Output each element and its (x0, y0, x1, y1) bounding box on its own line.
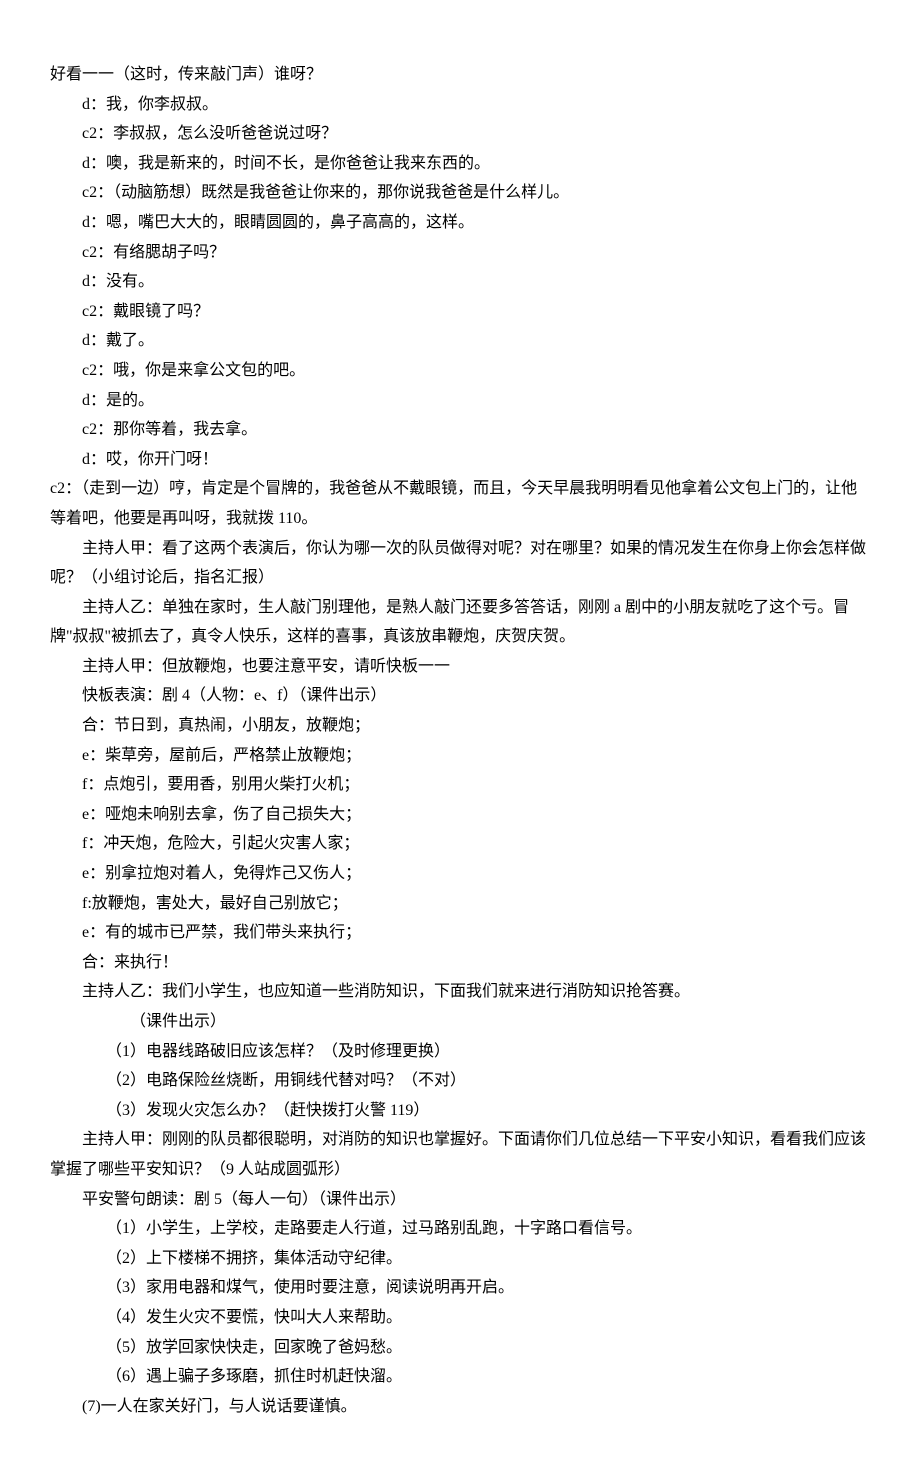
text-line: c2：哦，你是来拿公文包的吧。 (50, 356, 870, 386)
text-line: （5）放学回家快快走，回家晚了爸妈愁。 (50, 1333, 870, 1363)
text-line: 快板表演：剧 4（人物：e、f）（课件出示） (50, 681, 870, 711)
text-line: （1）小学生，上学校，走路要走人行道，过马路别乱跑，十字路口看信号。 (50, 1214, 870, 1244)
text-line: （2）电路保险丝烧断，用铜线代替对吗？（不对） (50, 1066, 870, 1096)
text-line: （课件出示） (50, 1007, 870, 1037)
text-line: f：点炮引，要用香，别用火柴打火机； (50, 770, 870, 800)
text-line: c2：（走到一边）哼，肯定是个冒牌的，我爸爸从不戴眼镜，而且，今天早晨我明明看见… (50, 474, 870, 533)
text-line: （1）电器线路破旧应该怎样？（及时修理更换） (50, 1037, 870, 1067)
text-line: e：柴草旁，屋前后，严格禁止放鞭炮； (50, 741, 870, 771)
text-line: d：噢，我是新来的，时间不长，是你爸爸让我来东西的。 (50, 149, 870, 179)
text-line: (7)一人在家关好门，与人说话要谨慎。 (50, 1392, 870, 1422)
text-line: （3）发现火灾怎么办？（赶快拨打火警 119） (50, 1096, 870, 1126)
text-line: 主持人甲：刚刚的队员都很聪明，对消防的知识也掌握好。下面请你们几位总结一下平安小… (50, 1125, 870, 1184)
text-line: 主持人甲：但放鞭炮，也要注意平安，请听快板一一 (50, 652, 870, 682)
text-line: （6）遇上骗子多琢磨，抓住时机赶快溜。 (50, 1362, 870, 1392)
text-line: （3）家用电器和煤气，使用时要注意，阅读说明再开启。 (50, 1273, 870, 1303)
text-line: c2：那你等着，我去拿。 (50, 415, 870, 445)
text-line: 好看一一（这时，传来敲门声）谁呀？ (50, 60, 870, 90)
text-line: c2：戴眼镜了吗？ (50, 297, 870, 327)
text-line: 平安警句朗读：剧 5（每人一句）（课件出示） (50, 1185, 870, 1215)
text-line: e：有的城市已严禁，我们带头来执行； (50, 918, 870, 948)
text-line: e：哑炮未响别去拿，伤了自己损失大； (50, 800, 870, 830)
document-body: 好看一一（这时，传来敲门声）谁呀？d：我，你李叔叔。c2：李叔叔，怎么没听爸爸说… (50, 60, 870, 1421)
text-line: 主持人乙：单独在家时，生人敲门别理他，是熟人敲门还要多答答话，刚刚 a 剧中的小… (50, 593, 870, 652)
text-line: （4）发生火灾不要慌，快叫大人来帮助。 (50, 1303, 870, 1333)
text-line: e：别拿拉炮对着人，免得炸己又伤人； (50, 859, 870, 889)
text-line: d：我，你李叔叔。 (50, 90, 870, 120)
text-line: f：冲天炮，危险大，引起火灾害人家； (50, 829, 870, 859)
text-line: c2：李叔叔，怎么没听爸爸说过呀？ (50, 119, 870, 149)
text-line: d：没有。 (50, 267, 870, 297)
text-line: 主持人乙：我们小学生，也应知道一些消防知识，下面我们就来进行消防知识抢答赛。 (50, 977, 870, 1007)
text-line: 主持人甲：看了这两个表演后，你认为哪一次的队员做得对呢？对在哪里？如果的情况发生… (50, 534, 870, 593)
text-line: f:放鞭炮，害处大，最好自己别放它； (50, 889, 870, 919)
text-line: （2）上下楼梯不拥挤，集体活动守纪律。 (50, 1244, 870, 1274)
text-line: c2：（动脑筋想）既然是我爸爸让你来的，那你说我爸爸是什么样儿。 (50, 178, 870, 208)
text-line: 合：节日到，真热闹，小朋友，放鞭炮； (50, 711, 870, 741)
text-line: 合：来执行！ (50, 948, 870, 978)
text-line: d：戴了。 (50, 326, 870, 356)
text-line: d：哎，你开门呀！ (50, 445, 870, 475)
text-line: d：是的。 (50, 386, 870, 416)
text-line: d：嗯，嘴巴大大的，眼睛圆圆的，鼻子高高的，这样。 (50, 208, 870, 238)
text-line: c2：有络腮胡子吗？ (50, 238, 870, 268)
